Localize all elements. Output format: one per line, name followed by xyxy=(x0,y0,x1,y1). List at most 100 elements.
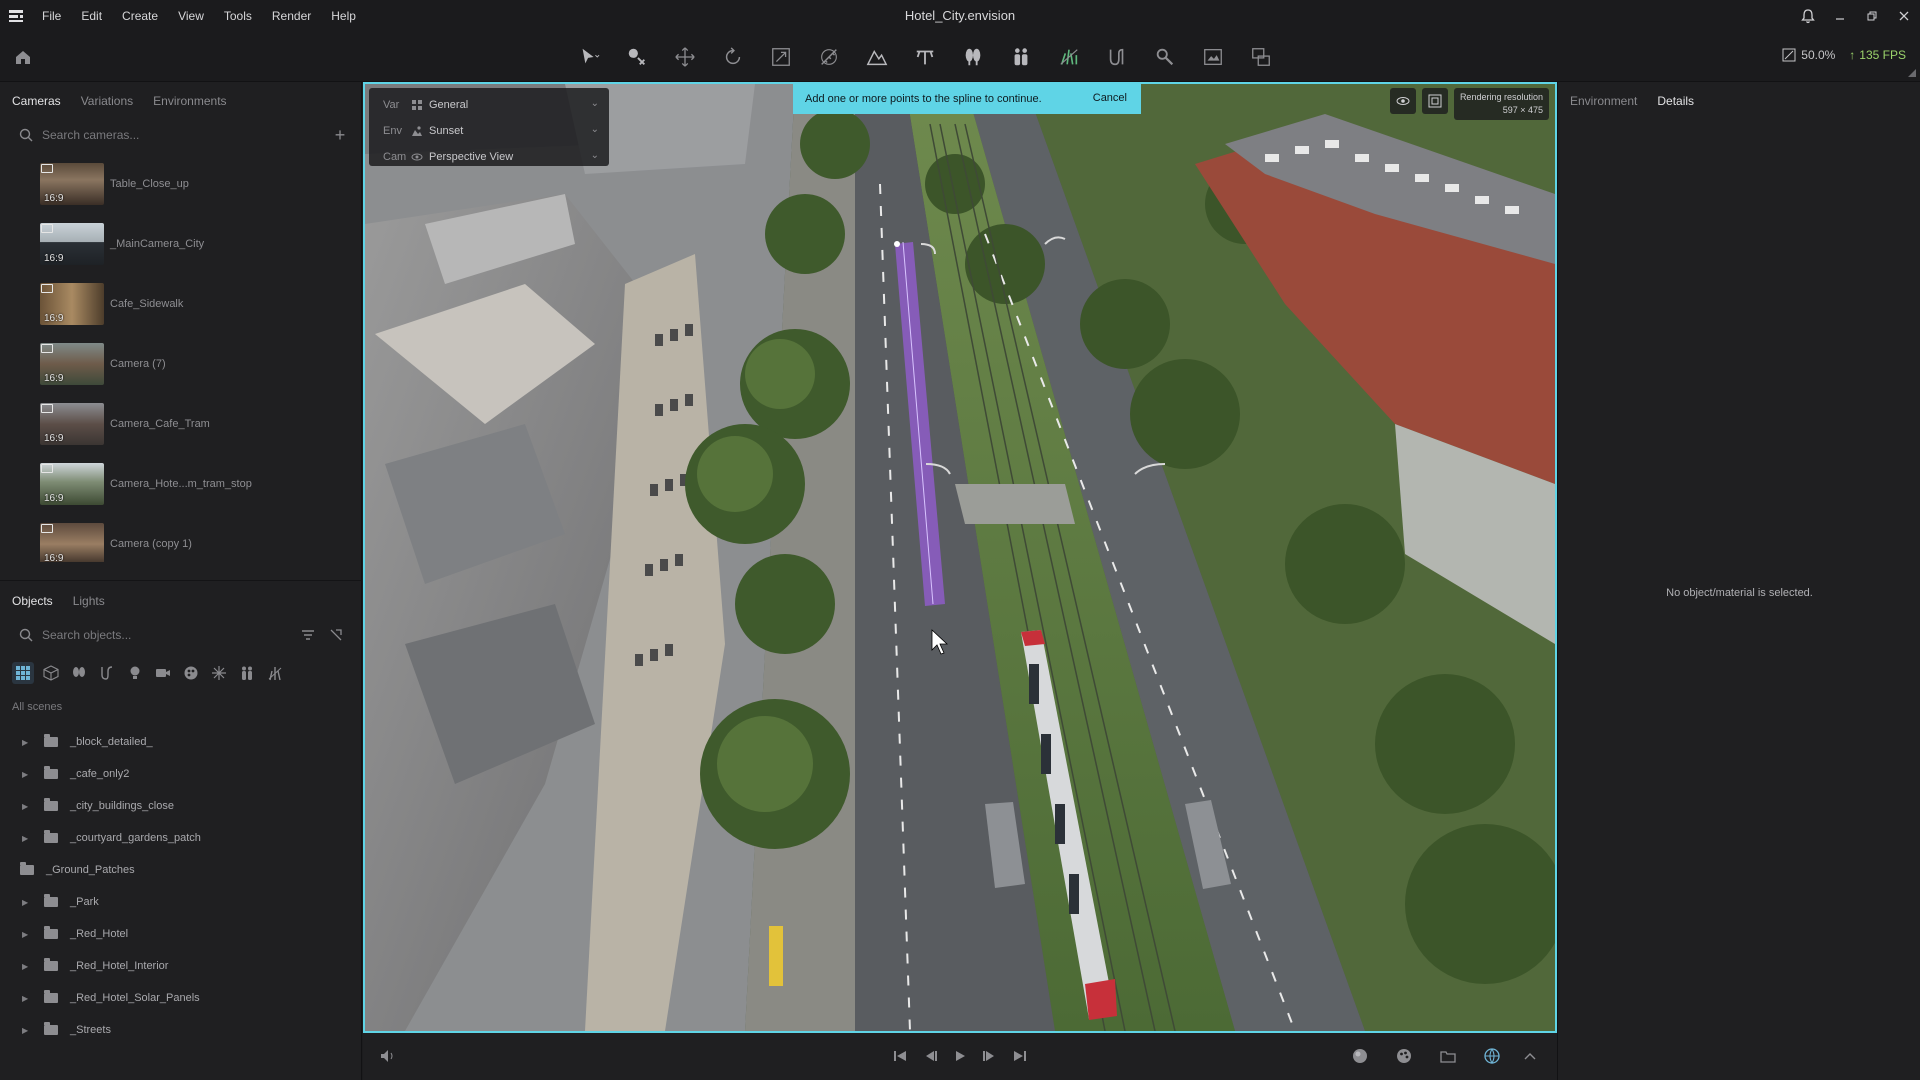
close-icon[interactable] xyxy=(1888,0,1920,32)
scale-tool-icon[interactable] xyxy=(760,41,802,73)
globe-icon[interactable] xyxy=(1481,1045,1503,1067)
menu-tools[interactable]: Tools xyxy=(214,0,262,32)
tree-item[interactable]: ▶ _courtyard_gardens_patch xyxy=(0,822,362,854)
grass-icon[interactable] xyxy=(264,662,286,684)
3d-viewport[interactable]: Var General ⌄ Env Sunset ⌄ Cam Perspecti… xyxy=(363,82,1557,1033)
chevron-right-icon[interactable]: ▶ xyxy=(22,994,32,1003)
grass-tool-icon[interactable] xyxy=(1048,41,1090,73)
camera-selector[interactable]: Cam Perspective View ⌄ xyxy=(369,144,609,170)
paint-tool-icon[interactable] xyxy=(616,41,658,73)
tab-cameras[interactable]: Cameras xyxy=(12,94,61,108)
measure-tool-icon[interactable] xyxy=(808,41,850,73)
tab-environment[interactable]: Environment xyxy=(1570,94,1637,108)
tree-icon[interactable] xyxy=(68,662,90,684)
people-icon[interactable] xyxy=(236,662,258,684)
select-tool-icon[interactable] xyxy=(568,41,610,73)
chevron-right-icon[interactable]: ▶ xyxy=(22,898,32,907)
compare-tool-icon[interactable] xyxy=(1240,41,1282,73)
chevron-right-icon[interactable]: ▶ xyxy=(22,962,32,971)
camera-item[interactable]: 16:9 Camera_Hote...m_tram_stop xyxy=(0,454,361,514)
step-forward-icon[interactable] xyxy=(979,1045,1001,1067)
step-back-icon[interactable] xyxy=(919,1045,941,1067)
app-logo-icon[interactable] xyxy=(0,0,32,32)
rotate-tool-icon[interactable] xyxy=(712,41,754,73)
play-icon[interactable] xyxy=(949,1045,971,1067)
spline-icon[interactable] xyxy=(96,662,118,684)
bell-icon[interactable] xyxy=(1792,0,1824,32)
menu-help[interactable]: Help xyxy=(321,0,366,32)
chevron-right-icon[interactable]: ▶ xyxy=(22,834,32,843)
minimize-icon[interactable] xyxy=(1824,0,1856,32)
chevron-up-icon[interactable] xyxy=(1519,1045,1541,1067)
chevron-right-icon[interactable]: ▶ xyxy=(22,1026,32,1035)
chevron-right-icon[interactable]: ▶ xyxy=(22,770,32,779)
terrain-tool-icon[interactable] xyxy=(856,41,898,73)
people-tool-icon[interactable] xyxy=(1000,41,1042,73)
road-tool-icon[interactable] xyxy=(904,41,946,73)
screenshot-tool-icon[interactable] xyxy=(1192,41,1234,73)
tree-tool-icon[interactable] xyxy=(952,41,994,73)
environment-selector[interactable]: Env Sunset ⌄ xyxy=(369,118,609,144)
camera-item[interactable]: 16:9 _MainCamera_City xyxy=(0,214,361,274)
menu-view[interactable]: View xyxy=(168,0,214,32)
menu-create[interactable]: Create xyxy=(112,0,168,32)
tree-item[interactable]: ▶ _cafe_only2 xyxy=(0,758,362,790)
tab-lights[interactable]: Lights xyxy=(73,594,105,608)
camera-name: Camera (copy 1) xyxy=(110,538,192,550)
cancel-button[interactable]: Cancel xyxy=(1093,92,1127,104)
all-scenes-label[interactable]: All scenes xyxy=(0,696,362,718)
camera-filter-icon[interactable] xyxy=(152,662,174,684)
filter-icon[interactable] xyxy=(300,627,316,643)
tab-environments[interactable]: Environments xyxy=(153,94,226,108)
tree-item[interactable]: ▶ _block_detailed_ xyxy=(0,726,362,758)
light-icon[interactable] xyxy=(124,662,146,684)
volume-icon[interactable] xyxy=(377,1045,399,1067)
skip-end-icon[interactable] xyxy=(1009,1045,1031,1067)
camera-item[interactable]: 16:9 Camera (7) xyxy=(0,334,361,394)
clear-filter-icon[interactable] xyxy=(328,627,344,643)
palette-icon[interactable] xyxy=(1393,1045,1415,1067)
variation-selector[interactable]: Var General ⌄ xyxy=(369,92,609,118)
folder-open-icon[interactable] xyxy=(1437,1045,1459,1067)
tree-item[interactable]: _Ground_Patches xyxy=(0,854,362,886)
spline-tool-icon[interactable] xyxy=(1096,41,1138,73)
add-camera-icon[interactable]: + xyxy=(331,126,349,144)
particle-icon[interactable] xyxy=(208,662,230,684)
fullscreen-icon[interactable] xyxy=(1421,88,1448,114)
menu-render[interactable]: Render xyxy=(262,0,321,32)
camera-icon xyxy=(41,344,53,353)
material-icon[interactable] xyxy=(180,662,202,684)
magnet-tool-icon[interactable] xyxy=(1144,41,1186,73)
tree-item[interactable]: ▶ _Red_Hotel_Interior xyxy=(0,950,362,982)
camera-item[interactable]: 16:9 Table_Close_up xyxy=(0,154,361,214)
home-icon[interactable] xyxy=(10,44,36,70)
move-tool-icon[interactable] xyxy=(664,41,706,73)
tab-details[interactable]: Details xyxy=(1657,94,1694,108)
menu-file[interactable]: File xyxy=(32,0,71,32)
tab-variations[interactable]: Variations xyxy=(81,94,133,108)
camera-name: Camera_Hote...m_tram_stop xyxy=(110,478,252,490)
shading-sphere-icon[interactable] xyxy=(1349,1045,1371,1067)
environment-value: Sunset xyxy=(429,125,464,137)
skip-start-icon[interactable] xyxy=(889,1045,911,1067)
panel-divider[interactable] xyxy=(0,580,362,581)
cube-icon[interactable] xyxy=(40,662,62,684)
chevron-right-icon[interactable]: ▶ xyxy=(22,738,32,747)
tree-item[interactable]: ▶ _Red_Hotel_Solar_Panels xyxy=(0,982,362,1014)
chevron-right-icon[interactable]: ▶ xyxy=(22,930,32,939)
camera-item[interactable]: 16:9 Camera_Cafe_Tram xyxy=(0,394,361,454)
visibility-eye-icon[interactable] xyxy=(1389,88,1416,114)
tab-objects[interactable]: Objects xyxy=(12,594,53,608)
chevron-right-icon[interactable]: ▶ xyxy=(22,802,32,811)
tree-item[interactable]: ▶ _city_buildings_close xyxy=(0,790,362,822)
camera-item[interactable]: 16:9 Cafe_Sidewalk xyxy=(0,274,361,334)
camera-search-input[interactable] xyxy=(42,128,353,142)
tree-item[interactable]: ▶ _Streets xyxy=(0,1014,362,1046)
menu-edit[interactable]: Edit xyxy=(71,0,112,32)
render-scale[interactable]: 50.0% xyxy=(1782,48,1835,62)
camera-item[interactable]: 16:9 Camera (copy 1) xyxy=(0,514,361,562)
all-types-icon[interactable] xyxy=(12,662,34,684)
tree-item[interactable]: ▶ _Red_Hotel xyxy=(0,918,362,950)
restore-icon[interactable] xyxy=(1856,0,1888,32)
tree-item[interactable]: ▶ _Park xyxy=(0,886,362,918)
